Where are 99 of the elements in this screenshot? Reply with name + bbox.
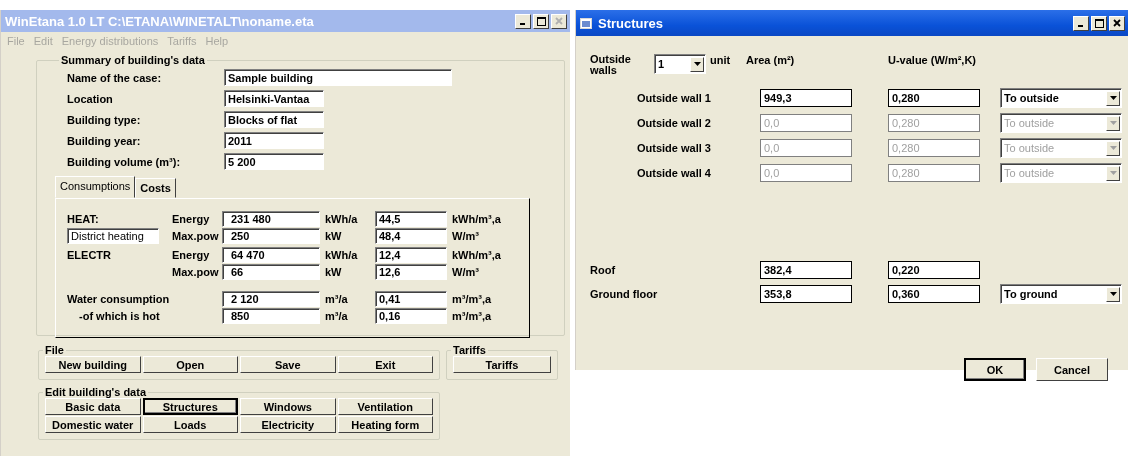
input-field[interactable]: Helsinki-Vantaa	[224, 90, 324, 107]
caret-icon	[693, 62, 701, 66]
maximize-icon	[1094, 18, 1104, 28]
unit-label: kWh/a	[324, 249, 359, 261]
row-label: Roof	[590, 264, 617, 276]
caret-icon	[1109, 292, 1117, 296]
unit-label: W/m³	[451, 266, 480, 278]
input-field[interactable]: 0,360	[888, 285, 980, 303]
field-label: Outside walls	[590, 54, 632, 76]
input-field[interactable]: 66	[222, 264, 320, 280]
input-field[interactable]: 250	[222, 228, 320, 244]
row-label: Outside wall 1	[636, 92, 712, 104]
button[interactable]: Heating form	[337, 416, 433, 433]
input-field[interactable]: 44,5	[375, 211, 447, 227]
button[interactable]: Ventilation	[337, 398, 433, 415]
field-label: Location	[67, 92, 114, 105]
button[interactable]: Windows	[240, 398, 336, 415]
button[interactable]: Loads	[142, 416, 238, 433]
input-field[interactable]: 850	[222, 308, 320, 324]
input-field[interactable]: 2011	[224, 132, 324, 149]
input-field[interactable]: 2 120	[222, 291, 320, 307]
input-field[interactable]: 0,280	[888, 89, 980, 107]
group-title: Tariffs	[452, 344, 487, 356]
field-label: Building year:	[67, 134, 142, 147]
button[interactable]: Electricity	[240, 416, 336, 433]
unit-label: W/m³	[451, 230, 480, 242]
input-field[interactable]: Blocks of flat	[224, 111, 324, 128]
group-title: File	[44, 344, 65, 356]
row-label: -of which is hot	[78, 310, 161, 322]
measure-label: Max.pow	[172, 230, 220, 242]
input-field[interactable]: 353,8	[760, 285, 852, 303]
button[interactable]: New building	[45, 356, 141, 373]
button[interactable]: Structures	[142, 398, 238, 415]
caret-icon	[1109, 121, 1117, 125]
group-title: Summary of building's data	[60, 54, 206, 66]
count-dropdown[interactable]: 1	[654, 54, 706, 74]
measure-label: Energy	[172, 249, 211, 261]
row-label: Water consumption	[67, 293, 171, 305]
maximize-button[interactable]	[1091, 15, 1107, 31]
window-title: WinEtana 1.0 LT C:\ETANA\WINETALT\noname.eta	[5, 13, 315, 29]
unit-label: m³/a	[324, 293, 349, 305]
close-icon	[555, 17, 563, 25]
input-field[interactable]: 0,41	[375, 291, 447, 307]
unit-label: m³/a	[324, 310, 349, 322]
input-field[interactable]: 231 480	[222, 211, 320, 227]
row-label: Outside wall 3	[636, 142, 712, 154]
window-title: Structures	[598, 15, 665, 31]
unit-label: kWh/a	[324, 213, 359, 225]
tab[interactable]: Costs	[135, 178, 176, 198]
unit-label: m³/m³,a	[451, 310, 493, 322]
row-label: Outside wall 2	[636, 117, 712, 129]
unit-label: kW	[324, 230, 343, 242]
tab[interactable]: Consumptions	[55, 176, 136, 198]
group-title: Edit building's data	[44, 386, 148, 398]
measure-label: Energy	[172, 213, 211, 225]
button[interactable]: Domestic water	[45, 416, 141, 433]
button[interactable]: Open	[142, 356, 238, 373]
measure-label: Max.pow	[172, 266, 220, 278]
button[interactable]: Exit	[337, 356, 433, 373]
input-field[interactable]: 0,220	[888, 261, 980, 279]
column-header: U-value (W/m²,K)	[888, 54, 977, 66]
row-label: Outside wall 4	[636, 167, 712, 179]
unit-label: m³/m³,a	[451, 293, 493, 305]
button[interactable]: Save	[240, 356, 336, 373]
caret-icon	[1109, 146, 1117, 150]
column-header: Area (m²)	[746, 54, 796, 66]
input-field[interactable]: 949,3	[760, 89, 852, 107]
input-field[interactable]: District heating	[67, 228, 159, 244]
row-label: ELECTR	[67, 249, 112, 261]
button[interactable]: Tariffs	[453, 356, 551, 373]
input-field[interactable]: 5 200	[224, 153, 324, 170]
close-button[interactable]	[1109, 15, 1125, 31]
button[interactable]: Cancel	[1036, 358, 1108, 381]
caret-icon	[1109, 96, 1117, 100]
unit-label: kW	[324, 266, 343, 278]
row-label: Ground floor	[590, 288, 659, 300]
close-icon	[1113, 19, 1121, 27]
maximize-icon	[536, 16, 546, 26]
field-label: Name of the case:	[67, 71, 163, 84]
input-field[interactable]: 48,4	[375, 228, 447, 244]
dropdown[interactable]: To outside	[1000, 88, 1122, 108]
minimize-button[interactable]	[1073, 15, 1089, 31]
button[interactable]: Basic data	[45, 398, 141, 415]
input-field[interactable]: Sample building	[224, 69, 452, 86]
unit-label: kWh/m³,a	[451, 249, 502, 261]
unit-label: kWh/m³,a	[451, 213, 502, 225]
input-field[interactable]: 12,4	[375, 247, 447, 263]
caret-icon	[1109, 171, 1117, 175]
input-field[interactable]: 64 470	[222, 247, 320, 263]
button[interactable]: OK	[964, 358, 1026, 381]
window-icon	[580, 17, 592, 29]
input-field[interactable]: 382,4	[760, 261, 852, 279]
field-label: Building type:	[67, 113, 142, 126]
input-field[interactable]: 0,16	[375, 308, 447, 324]
unit-label: unit	[710, 54, 732, 66]
dropdown[interactable]: To ground	[1000, 284, 1122, 304]
row-label: HEAT:	[67, 213, 100, 225]
field-label: Building volume (m³):	[67, 155, 182, 168]
input-field[interactable]: 12,6	[375, 264, 447, 280]
